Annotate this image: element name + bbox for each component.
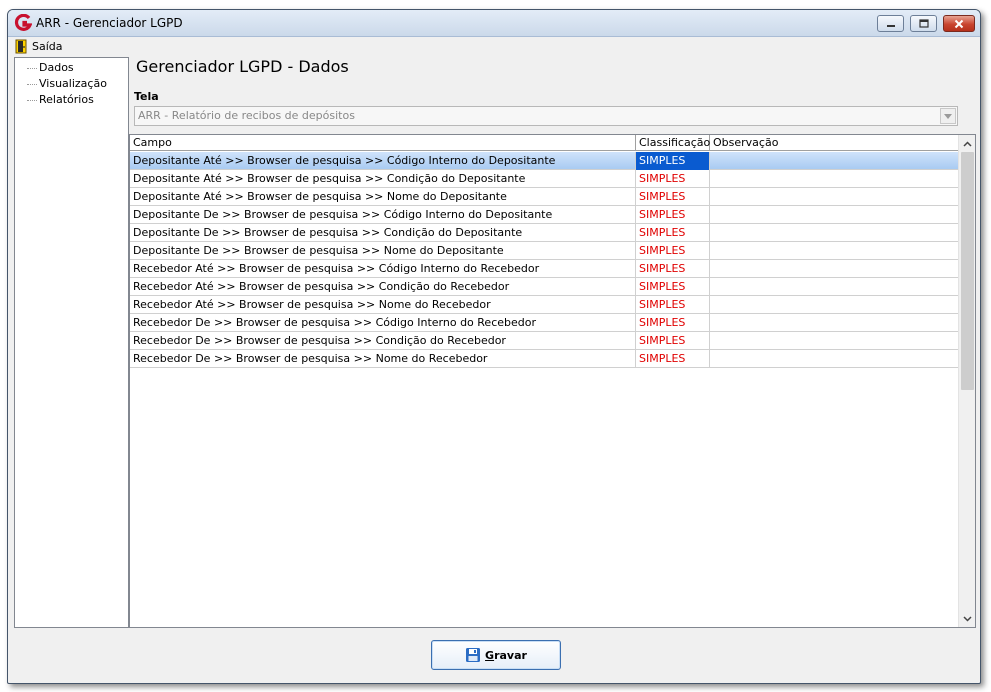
maximize-button[interactable] bbox=[910, 15, 937, 32]
app-logo-icon bbox=[14, 14, 32, 31]
chevron-down-icon bbox=[944, 113, 952, 119]
cell-observacao[interactable] bbox=[710, 170, 959, 188]
grid-header: Campo Classificação Observação bbox=[130, 135, 959, 151]
floppy-disk-icon bbox=[466, 648, 481, 662]
navigation-tree: Dados Visualização Relatórios bbox=[14, 57, 129, 628]
menu-exit-label: Saída bbox=[32, 40, 63, 53]
cell-campo[interactable]: Recebedor Até >> Browser de pesquisa >> … bbox=[130, 278, 636, 296]
cell-campo[interactable]: Recebedor De >> Browser de pesquisa >> C… bbox=[130, 332, 636, 350]
scroll-thumb[interactable] bbox=[961, 152, 974, 390]
cell-classificacao[interactable]: SIMPLES bbox=[636, 206, 710, 224]
cell-observacao[interactable] bbox=[710, 350, 959, 368]
cell-campo[interactable]: Recebedor De >> Browser de pesquisa >> C… bbox=[130, 314, 636, 332]
table-row[interactable]: Recebedor Até >> Browser de pesquisa >> … bbox=[130, 296, 959, 314]
cell-campo[interactable]: Recebedor Até >> Browser de pesquisa >> … bbox=[130, 296, 636, 314]
cell-campo[interactable]: Depositante Até >> Browser de pesquisa >… bbox=[130, 188, 636, 206]
table-row[interactable]: Recebedor De >> Browser de pesquisa >> C… bbox=[130, 332, 959, 350]
tree-item-dados[interactable]: Dados bbox=[15, 60, 74, 75]
tela-select-value: ARR - Relatório de recibos de depósitos bbox=[138, 109, 355, 122]
chevron-down-icon bbox=[962, 615, 972, 622]
save-button-label: Gravar bbox=[485, 648, 527, 662]
cell-campo[interactable]: Recebedor Até >> Browser de pesquisa >> … bbox=[130, 260, 636, 278]
minimize-button[interactable] bbox=[877, 15, 904, 32]
maximize-icon bbox=[918, 19, 929, 28]
cell-observacao[interactable] bbox=[710, 206, 959, 224]
cell-classificacao[interactable]: SIMPLES bbox=[636, 314, 710, 332]
dropdown-button[interactable] bbox=[940, 108, 956, 124]
data-grid: Campo Classificação Observação Depositan… bbox=[129, 134, 976, 628]
tela-select[interactable]: ARR - Relatório de recibos de depósitos bbox=[134, 106, 958, 126]
table-row[interactable]: Recebedor De >> Browser de pesquisa >> C… bbox=[130, 314, 959, 332]
scroll-up-button[interactable] bbox=[959, 135, 975, 152]
save-accelerator: G bbox=[485, 648, 495, 662]
table-row[interactable]: Recebedor Até >> Browser de pesquisa >> … bbox=[130, 260, 959, 278]
table-row[interactable]: Depositante Até >> Browser de pesquisa >… bbox=[130, 152, 959, 170]
table-row[interactable]: Recebedor Até >> Browser de pesquisa >> … bbox=[130, 278, 959, 296]
cell-classificacao[interactable]: SIMPLES bbox=[636, 152, 710, 170]
table-row[interactable]: Depositante De >> Browser de pesquisa >>… bbox=[130, 206, 959, 224]
cell-campo[interactable]: Recebedor De >> Browser de pesquisa >> N… bbox=[130, 350, 636, 368]
tree-item-visualizacao[interactable]: Visualização bbox=[15, 76, 107, 91]
cell-classificacao[interactable]: SIMPLES bbox=[636, 350, 710, 368]
cell-campo[interactable]: Depositante Até >> Browser de pesquisa >… bbox=[130, 170, 636, 188]
cell-observacao[interactable] bbox=[710, 260, 959, 278]
menu-bar: Saída bbox=[8, 37, 980, 56]
cell-campo[interactable]: Depositante De >> Browser de pesquisa >>… bbox=[130, 206, 636, 224]
save-button[interactable]: Gravar bbox=[431, 640, 561, 670]
close-button[interactable] bbox=[943, 15, 975, 32]
cell-observacao[interactable] bbox=[710, 278, 959, 296]
tela-label: Tela bbox=[134, 90, 159, 103]
table-row[interactable]: Depositante Até >> Browser de pesquisa >… bbox=[130, 170, 959, 188]
cell-campo[interactable]: Depositante Até >> Browser de pesquisa >… bbox=[130, 152, 636, 170]
tree-item-relatorios[interactable]: Relatórios bbox=[15, 92, 94, 107]
cell-observacao[interactable] bbox=[710, 314, 959, 332]
table-row[interactable]: Depositante De >> Browser de pesquisa >>… bbox=[130, 242, 959, 260]
table-row[interactable]: Depositante De >> Browser de pesquisa >>… bbox=[130, 224, 959, 242]
close-icon bbox=[954, 19, 964, 28]
cell-classificacao[interactable]: SIMPLES bbox=[636, 260, 710, 278]
cell-campo[interactable]: Depositante De >> Browser de pesquisa >>… bbox=[130, 242, 636, 260]
table-row[interactable]: Depositante Até >> Browser de pesquisa >… bbox=[130, 188, 959, 206]
vertical-scrollbar[interactable] bbox=[958, 135, 975, 627]
cell-classificacao[interactable]: SIMPLES bbox=[636, 170, 710, 188]
page-title: Gerenciador LGPD - Dados bbox=[136, 57, 349, 76]
window-title: ARR - Gerenciador LGPD bbox=[36, 16, 183, 30]
table-row[interactable]: Recebedor De >> Browser de pesquisa >> N… bbox=[130, 350, 959, 368]
column-header-classificacao[interactable]: Classificação bbox=[636, 135, 710, 151]
cell-classificacao[interactable]: SIMPLES bbox=[636, 242, 710, 260]
cell-observacao[interactable] bbox=[710, 296, 959, 314]
cell-classificacao[interactable]: SIMPLES bbox=[636, 224, 710, 242]
column-header-observacao[interactable]: Observação bbox=[710, 135, 959, 151]
minimize-icon bbox=[886, 24, 895, 27]
column-header-campo[interactable]: Campo bbox=[130, 135, 636, 151]
cell-classificacao[interactable]: SIMPLES bbox=[636, 332, 710, 350]
cell-classificacao[interactable]: SIMPLES bbox=[636, 188, 710, 206]
cell-observacao[interactable] bbox=[710, 332, 959, 350]
chevron-up-icon bbox=[962, 140, 972, 147]
cell-observacao[interactable] bbox=[710, 152, 959, 170]
scroll-down-button[interactable] bbox=[959, 610, 975, 627]
exit-door-icon bbox=[15, 39, 27, 54]
cell-observacao[interactable] bbox=[710, 224, 959, 242]
cell-classificacao[interactable]: SIMPLES bbox=[636, 296, 710, 314]
menu-exit[interactable]: Saída bbox=[8, 37, 68, 56]
cell-observacao[interactable] bbox=[710, 242, 959, 260]
title-bar[interactable]: ARR - Gerenciador LGPD bbox=[8, 10, 980, 37]
cell-classificacao[interactable]: SIMPLES bbox=[636, 278, 710, 296]
cell-observacao[interactable] bbox=[710, 188, 959, 206]
cell-campo[interactable]: Depositante De >> Browser de pesquisa >>… bbox=[130, 224, 636, 242]
app-window: ARR - Gerenciador LGPD Saída Dados Visua… bbox=[7, 9, 981, 684]
